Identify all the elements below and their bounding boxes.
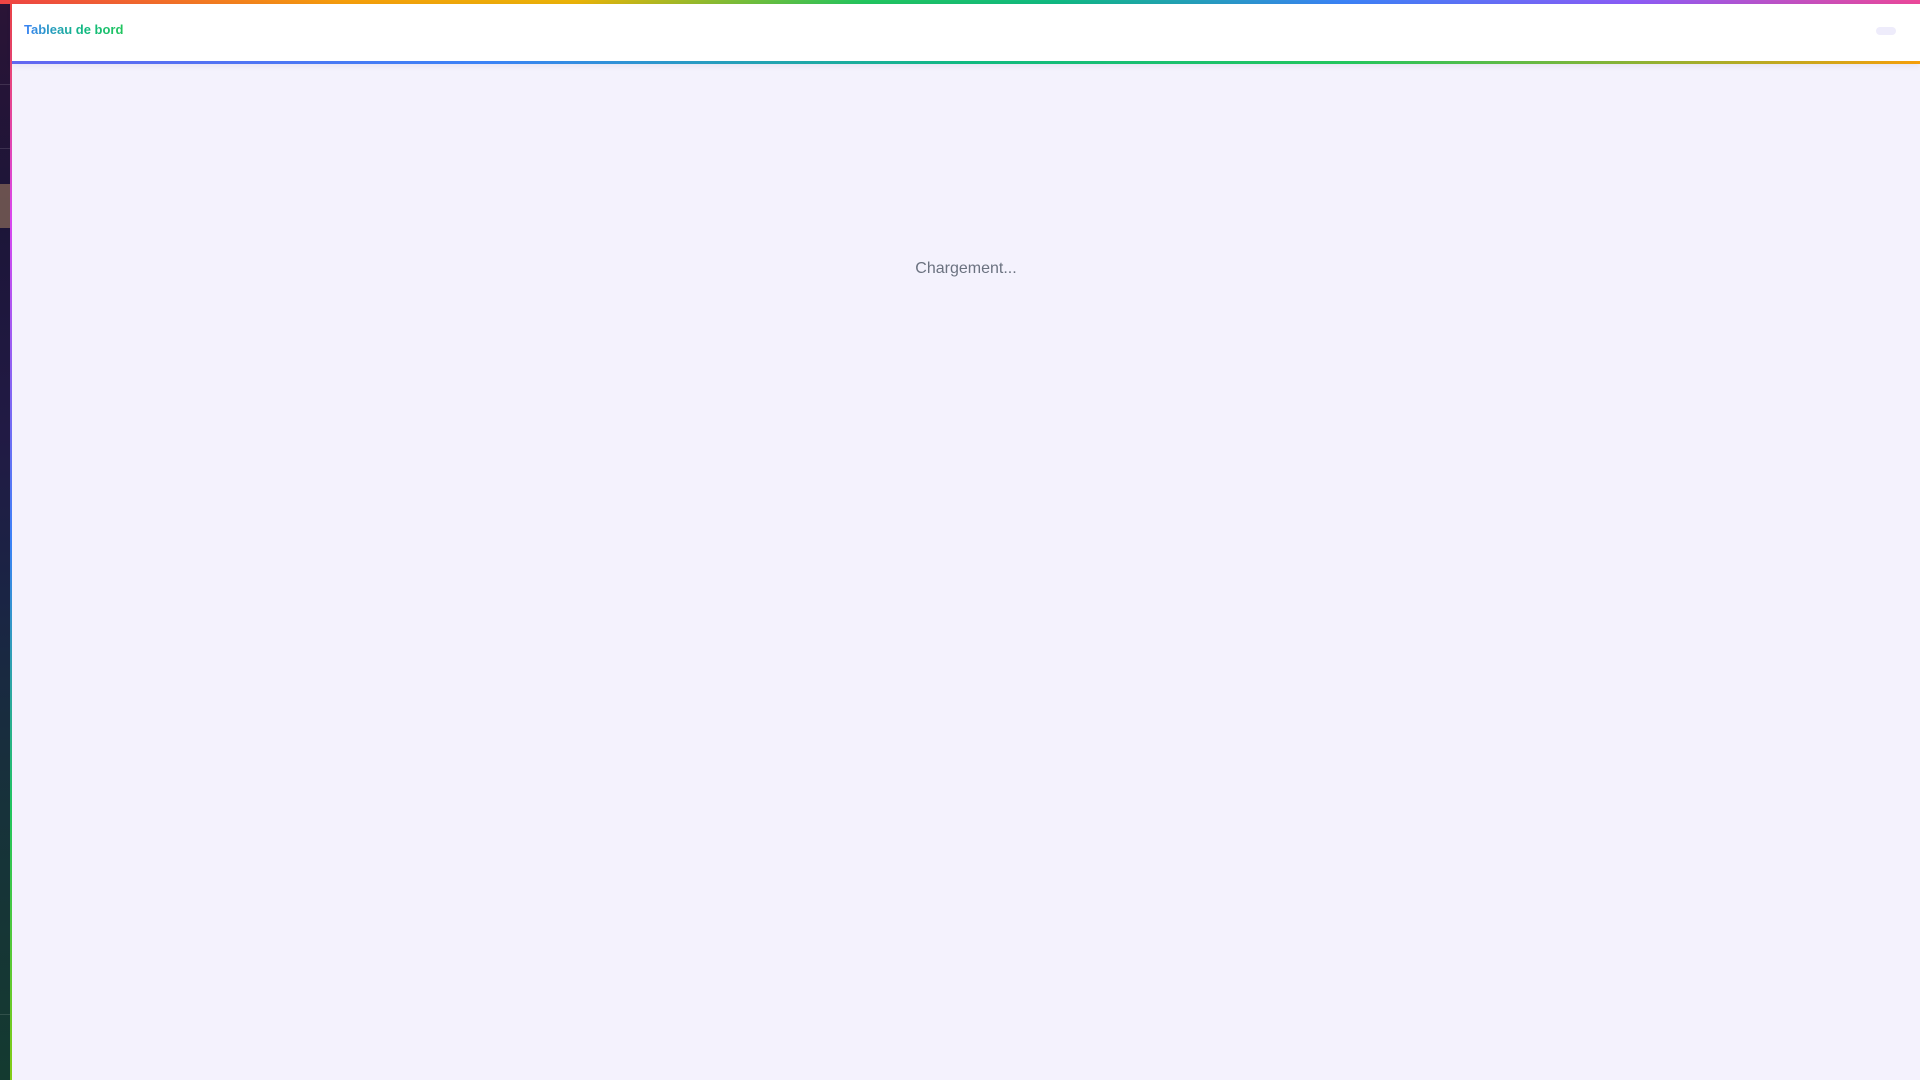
header-gradient-underline xyxy=(12,61,1920,64)
sidebar-divider xyxy=(0,148,10,149)
page-title: Tableau de bord xyxy=(24,22,124,37)
loading-indicator: Chargement... xyxy=(915,260,1017,277)
main-content: Tableau de bord Chargement... xyxy=(12,4,1920,1080)
sidebar xyxy=(0,4,12,1080)
sidebar-divider xyxy=(0,84,10,85)
header-action-button[interactable] xyxy=(1876,27,1896,35)
header: Tableau de bord xyxy=(12,4,1920,64)
sidebar-divider xyxy=(0,1014,10,1015)
